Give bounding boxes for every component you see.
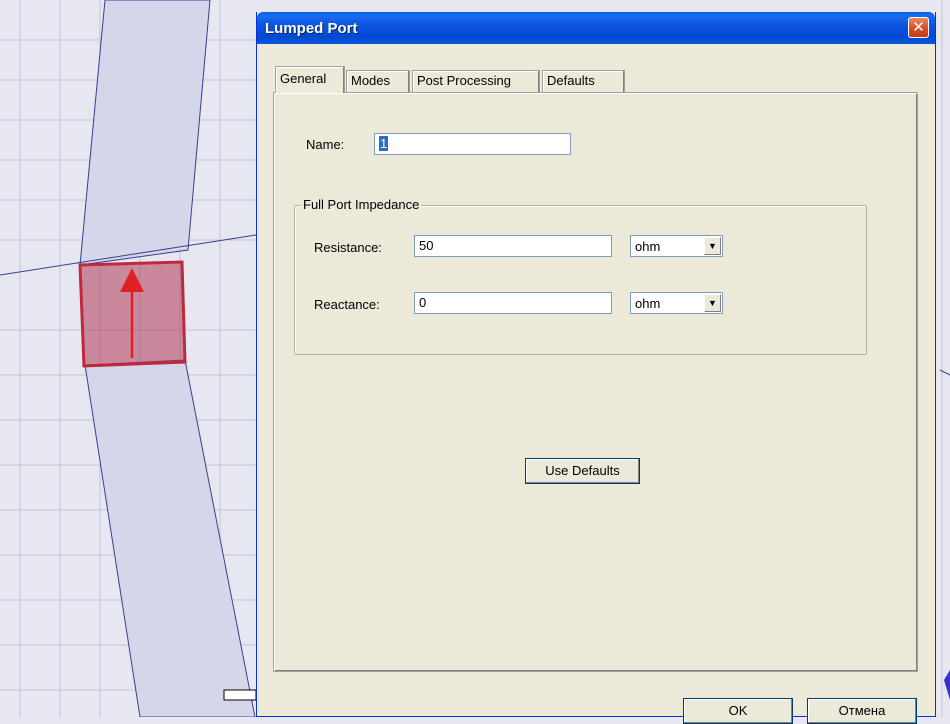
ok-button[interactable]: OK [683,698,793,724]
group-title: Full Port Impedance [301,197,422,212]
close-icon: ✕ [912,18,925,36]
dialog-title: Lumped Port [265,20,358,37]
cancel-button[interactable]: Отмена [807,698,917,724]
resistance-field[interactable]: 50 [414,235,612,257]
lumped-port-shape[interactable] [78,260,187,368]
title-bar[interactable]: Lumped Port ✕ [257,12,935,44]
reactance-label: Reactance: [314,297,380,312]
general-tab-panel: Name: 1 Full Port Impedance Resistance: … [273,92,918,672]
name-field[interactable]: 1 [374,133,571,155]
tab-post-processing[interactable]: Post Processing [412,70,540,92]
chevron-down-icon[interactable]: ▼ [704,294,721,312]
chevron-down-icon[interactable]: ▼ [704,237,721,255]
close-button[interactable]: ✕ [908,17,929,38]
tab-defaults[interactable]: Defaults [542,70,625,92]
reactance-field[interactable]: 0 [414,292,612,314]
lumped-port-dialog: Lumped Port ✕ General Modes Post Process… [256,12,936,724]
status-indicator [223,689,257,701]
tab-modes[interactable]: Modes [346,70,410,92]
resistance-unit-select[interactable]: ohm ▼ [630,235,723,257]
tab-general[interactable]: General [275,66,345,93]
name-label: Name: [306,137,345,152]
resistance-label: Resistance: [314,240,382,255]
full-port-impedance-group: Full Port Impedance Resistance: 50 ohm ▼… [294,197,867,355]
reactance-unit-select[interactable]: ohm ▼ [630,292,723,314]
use-defaults-button[interactable]: Use Defaults [525,458,640,484]
